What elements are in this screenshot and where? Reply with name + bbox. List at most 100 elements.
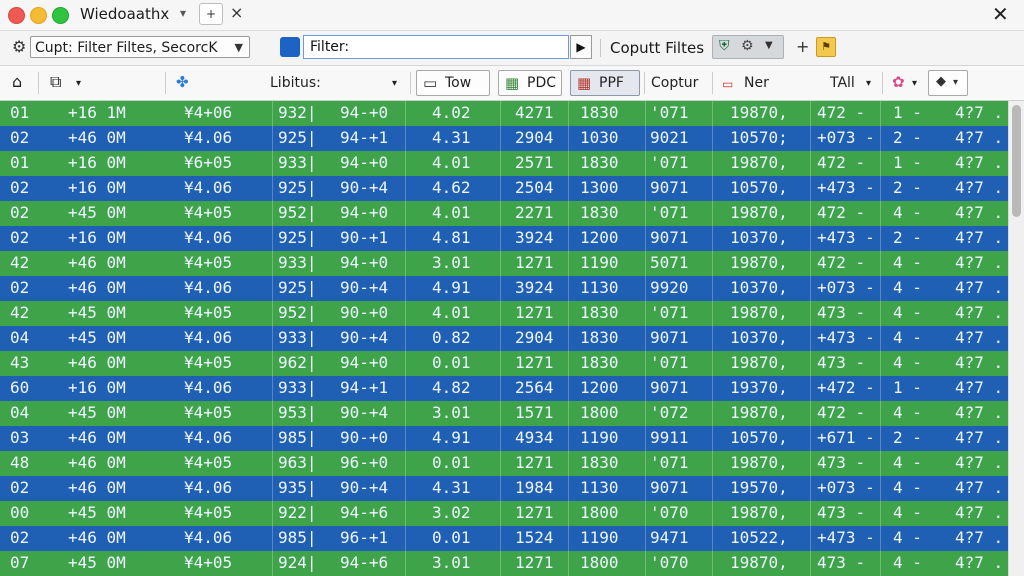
table-cell: +473 - bbox=[817, 528, 875, 547]
layout-icon[interactable]: ✤ bbox=[176, 73, 189, 91]
column-divider bbox=[712, 176, 713, 201]
gear-icon[interactable]: ⚙ bbox=[741, 38, 754, 54]
table-row[interactable]: 07 +45 0M ¥4+05 924| 94-+6 3.01 1271 1800 '070 19… bbox=[0, 551, 1008, 576]
table-cell: ¥4.06 bbox=[184, 228, 233, 247]
table-cell: +46 0M bbox=[68, 428, 126, 447]
scrollbar-thumb[interactable] bbox=[1012, 105, 1021, 217]
chevron-down-icon[interactable]: ▾ bbox=[76, 78, 81, 89]
column-header-listus[interactable]: Libitus: bbox=[270, 75, 321, 91]
bookmark-filter-icon[interactable] bbox=[280, 37, 300, 57]
table-cell: ¥4.06 bbox=[184, 528, 233, 547]
table-row[interactable]: 02 +16 0M ¥4.06 925| 90-+4 4.62 2504 1300 9071 10… bbox=[0, 176, 1008, 201]
column-header-tall[interactable]: TAll bbox=[830, 75, 855, 91]
column-divider bbox=[810, 226, 811, 251]
table-row[interactable]: 42 +45 0M ¥4+05 952| 90-+0 4.01 1271 1830 '071 19… bbox=[0, 301, 1008, 326]
table-cell: 4?7 . bbox=[955, 103, 1004, 122]
table-cell: 1830 bbox=[580, 328, 619, 347]
table-cell: +46 0M bbox=[68, 453, 126, 472]
table-icon: ▦ bbox=[577, 74, 592, 92]
chevron-down-icon: ▾ bbox=[953, 77, 959, 88]
column-header-coptur[interactable]: Coptur bbox=[651, 75, 698, 91]
color-palette-icon[interactable]: ✿ bbox=[892, 73, 905, 91]
apply-filter-button[interactable]: ▶ bbox=[570, 35, 592, 59]
chevron-down-icon: ▼ bbox=[234, 41, 243, 54]
bookmark-icon[interactable]: ⚑ bbox=[816, 37, 836, 57]
column-divider bbox=[810, 401, 811, 426]
column-divider bbox=[568, 426, 569, 451]
table-cell: ¥4.06 bbox=[184, 178, 233, 197]
column-divider bbox=[645, 376, 646, 401]
column-header-ppf[interactable]: ▦ PPF bbox=[570, 70, 640, 96]
table-cell: 5071 bbox=[650, 253, 689, 272]
display-filter-input[interactable] bbox=[303, 35, 569, 59]
table-row[interactable]: 02 +45 0M ¥4+05 952| 94-+0 4.01 2271 1830 '071 19… bbox=[0, 201, 1008, 226]
column-divider bbox=[500, 501, 501, 526]
column-divider bbox=[810, 526, 811, 551]
column-divider bbox=[880, 426, 881, 451]
close-tab-button[interactable]: × bbox=[230, 3, 243, 22]
table-cell: 1571 bbox=[515, 403, 554, 422]
column-divider bbox=[712, 301, 713, 326]
table-cell: ¥4.06 bbox=[184, 478, 233, 497]
copy-icon[interactable]: ⧉ bbox=[50, 72, 61, 92]
column-header-tow[interactable]: ▭ Tow bbox=[416, 70, 490, 96]
table-cell: +46 0M bbox=[68, 528, 126, 547]
chevron-down-icon[interactable]: ▾ bbox=[912, 78, 917, 89]
diamond-icon: ◆ bbox=[936, 74, 946, 89]
table-cell: 933| bbox=[278, 253, 317, 272]
settings-icon[interactable]: ⚙ bbox=[12, 37, 26, 56]
chevron-down-icon[interactable]: ▾ bbox=[392, 78, 397, 89]
table-row[interactable]: 02 +46 0M ¥4.06 935| 90-+4 4.31 1984 1130 9071 19… bbox=[0, 476, 1008, 501]
column-divider bbox=[645, 126, 646, 151]
column-divider bbox=[880, 226, 881, 251]
table-row[interactable]: 02 +46 0M ¥4.06 925| 94-+1 4.31 2904 1030 9021 10… bbox=[0, 126, 1008, 151]
filter-options-group[interactable]: ⛨ ⚙ ▼ bbox=[712, 35, 784, 59]
maximize-window-button[interactable] bbox=[52, 7, 69, 24]
table-cell: 4 - bbox=[893, 303, 922, 322]
table-cell: 94-+6 bbox=[340, 503, 389, 522]
table-row[interactable]: 02 +16 0M ¥4.06 925| 90-+1 4.81 3924 1200 9071 10… bbox=[0, 226, 1008, 251]
new-tab-button[interactable]: + bbox=[199, 3, 223, 25]
close-window-button[interactable] bbox=[8, 7, 25, 24]
table-cell: 4.01 bbox=[432, 303, 471, 322]
close-icon[interactable]: ✕ bbox=[992, 2, 1009, 26]
vertical-scrollbar[interactable] bbox=[1008, 101, 1024, 576]
table-cell: 60 bbox=[10, 378, 30, 397]
chevron-down-icon[interactable]: ▾ bbox=[180, 6, 186, 20]
table-cell: 1190 bbox=[580, 528, 619, 547]
minimize-window-button[interactable] bbox=[30, 7, 47, 24]
column-divider bbox=[568, 326, 569, 351]
table-row[interactable]: 03 +46 0M ¥4.06 985| 90-+0 4.91 4934 1190 9911 10… bbox=[0, 426, 1008, 451]
shield-icon[interactable]: ⛨ bbox=[719, 38, 730, 54]
table-row[interactable]: 42 +46 0M ¥4+05 933| 94-+0 3.01 1271 1190 5071 19… bbox=[0, 251, 1008, 276]
table-cell: 9071 bbox=[650, 178, 689, 197]
filter-preset-select[interactable]: Cupt: Filter Filtes, SecorcK ▼ bbox=[30, 36, 250, 58]
packet-list[interactable]: 01 +16 1M ¥4+06 932| 94-+0 4.02 4271 1830 '071 19… bbox=[0, 101, 1008, 576]
table-cell: +473 - bbox=[817, 328, 875, 347]
table-row[interactable]: 04 +45 0M ¥4.06 933| 90-+4 0.82 2904 1830 9071 10… bbox=[0, 326, 1008, 351]
table-row[interactable]: 00 +45 0M ¥4+05 922| 94-+6 3.02 1271 1800 '070 19… bbox=[0, 501, 1008, 526]
table-row[interactable]: 04 +45 0M ¥4+05 953| 90-+4 3.01 1571 1800 '072 19… bbox=[0, 401, 1008, 426]
table-cell: 4 - bbox=[893, 553, 922, 572]
table-row[interactable]: 60 +16 0M ¥4.06 933| 94-+1 4.82 2564 1200 9071 19… bbox=[0, 376, 1008, 401]
column-divider bbox=[500, 426, 501, 451]
table-row[interactable]: 43 +46 0M ¥4+05 962| 94-+0 0.01 1271 1830 '071 19… bbox=[0, 351, 1008, 376]
home-icon[interactable]: ⌂ bbox=[12, 72, 22, 91]
column-header-pdc[interactable]: ▦ PDC bbox=[498, 70, 562, 96]
chevron-down-icon[interactable]: ▾ bbox=[866, 78, 871, 89]
chevron-down-icon[interactable]: ▼ bbox=[765, 40, 773, 51]
add-filter-button[interactable]: + bbox=[796, 37, 809, 56]
column-divider bbox=[645, 526, 646, 551]
column-options-button[interactable]: ◆ ▾ bbox=[928, 70, 968, 96]
table-row[interactable]: 02 +46 0M ¥4.06 985| 96-+1 0.01 1524 1190 9471 10… bbox=[0, 526, 1008, 551]
table-row[interactable]: 02 +46 0M ¥4.06 925| 90-+4 4.91 3924 1130 9920 10… bbox=[0, 276, 1008, 301]
column-header-ner[interactable]: Ner bbox=[744, 75, 769, 91]
table-row[interactable]: 48 +46 0M ¥4+05 963| 96-+0 0.01 1271 1830 '071 19… bbox=[0, 451, 1008, 476]
table-cell: 90-+1 bbox=[340, 228, 389, 247]
table-cell: 4?7 . bbox=[955, 153, 1004, 172]
table-row[interactable]: 01 +16 0M ¥6+05 933| 94-+0 4.01 2571 1830 '071 19… bbox=[0, 151, 1008, 176]
column-divider bbox=[272, 101, 273, 126]
table-row[interactable]: 01 +16 1M ¥4+06 932| 94-+0 4.02 4271 1830 '071 19… bbox=[0, 101, 1008, 126]
table-cell: +472 - bbox=[817, 378, 875, 397]
column-divider bbox=[712, 351, 713, 376]
